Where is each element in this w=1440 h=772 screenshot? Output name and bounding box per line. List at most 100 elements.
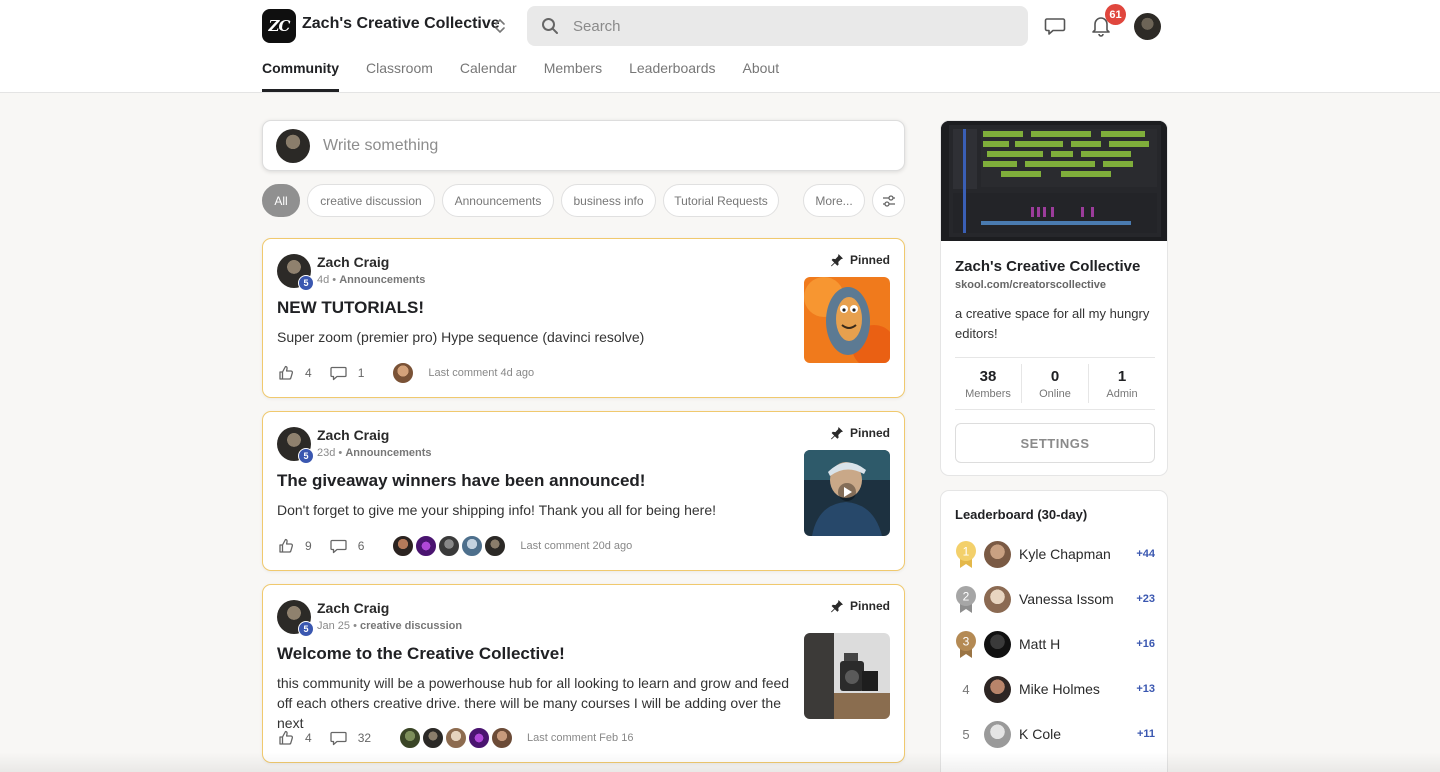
like-icon[interactable]: [277, 537, 295, 555]
leaderboard-avatar[interactable]: [984, 720, 1011, 748]
play-icon[interactable]: [838, 483, 856, 501]
post-thumbnail[interactable]: [804, 277, 890, 363]
post-category[interactable]: Announcements: [339, 274, 425, 286]
leaderboard-row[interactable]: 4 Mike Holmes +13: [955, 674, 1155, 704]
post-author[interactable]: Zach Craig: [317, 600, 389, 616]
leaderboard-row[interactable]: 2 Vanessa Issom +23: [955, 584, 1155, 614]
leaderboard-avatar[interactable]: [984, 630, 1011, 658]
post-thumbnail[interactable]: [804, 633, 890, 719]
pinned-label: Pinned: [849, 253, 890, 267]
filter-all[interactable]: All: [262, 184, 300, 217]
commenter-avatar: [422, 727, 445, 749]
like-count: 4: [305, 366, 312, 380]
post-composer[interactable]: Write something: [262, 120, 905, 171]
group-url[interactable]: skool.com/creatorscollective: [955, 279, 1106, 291]
comment-icon[interactable]: [330, 537, 348, 555]
rank-number: 4: [962, 681, 970, 697]
community-logo[interactable]: ZC: [262, 9, 296, 43]
leaderboard-name[interactable]: Mike Holmes: [1019, 681, 1136, 697]
post-card[interactable]: 5 Zach Craig 23d • Announcements Pinned …: [262, 411, 905, 571]
comment-count: 6: [357, 539, 365, 553]
post-title[interactable]: NEW TUTORIALS!: [277, 298, 424, 318]
like-icon[interactable]: [277, 364, 295, 382]
leaderboard-row[interactable]: 1 Kyle Chapman +44: [955, 539, 1155, 569]
post-author[interactable]: Zach Craig: [317, 427, 389, 443]
leaderboard-title[interactable]: Leaderboard (30-day): [955, 507, 1087, 522]
silver-medal-icon: 2: [955, 584, 977, 614]
rank-number: 5: [962, 726, 970, 742]
leaderboard-row[interactable]: 5 K Cole +11: [955, 719, 1155, 749]
level-badge: 5: [298, 621, 314, 637]
commenter-avatar: [438, 535, 461, 557]
search-input[interactable]: [573, 17, 973, 35]
leaderboard-avatar[interactable]: [984, 675, 1011, 703]
filter-creative-discussion[interactable]: creative discussion: [307, 184, 435, 217]
post-category[interactable]: Announcements: [345, 447, 431, 459]
post-card[interactable]: 5 Zach Craig Jan 25 • creative discussio…: [262, 584, 905, 763]
post-card[interactable]: 5 Zach Craig 4d • Announcements Pinned N…: [262, 238, 905, 398]
post-time: 23d: [317, 447, 336, 459]
settings-button[interactable]: SETTINGS: [955, 423, 1155, 463]
leaderboard-avatar[interactable]: [984, 585, 1011, 613]
chat-icon[interactable]: [1043, 14, 1067, 38]
tab-leaderboards[interactable]: Leaderboards: [629, 60, 715, 92]
top-header: ZC Zach's Creative Collective 61 Communi…: [0, 0, 1440, 93]
stat-online[interactable]: 0 Online: [1022, 364, 1089, 403]
post-category[interactable]: creative discussion: [360, 620, 462, 632]
group-name: Zach's Creative Collective: [955, 258, 1141, 275]
comment-icon[interactable]: [330, 364, 348, 382]
tab-community[interactable]: Community: [262, 60, 339, 92]
post-time: Jan 25: [317, 620, 351, 632]
commenter-avatars: [392, 535, 507, 557]
tab-calendar[interactable]: Calendar: [460, 60, 517, 92]
commenter-avatars: [399, 727, 514, 749]
leaderboard-points: +13: [1136, 683, 1155, 695]
leaderboard-points: +44: [1136, 548, 1155, 560]
tab-about[interactable]: About: [743, 60, 780, 92]
search-bar[interactable]: [527, 6, 1028, 46]
commenter-avatar: [415, 535, 438, 557]
comment-icon[interactable]: [330, 729, 348, 747]
filter-tutorial-requests[interactable]: Tutorial Requests: [663, 184, 779, 217]
post-actions: 9 6 Last comment 20d ago: [277, 534, 632, 558]
post-title[interactable]: The giveaway winners have been announced…: [277, 471, 645, 491]
leaderboard-name[interactable]: Kyle Chapman: [1019, 546, 1136, 562]
last-comment: Last comment 20d ago: [520, 540, 633, 552]
leaderboard-row[interactable]: 3 Matt H +16: [955, 629, 1155, 659]
filter-business-info[interactable]: business info: [561, 184, 656, 217]
tab-classroom[interactable]: Classroom: [366, 60, 433, 92]
level-badge: 5: [298, 448, 314, 464]
like-count: 9: [305, 539, 312, 553]
post-author[interactable]: Zach Craig: [317, 254, 389, 270]
commenter-avatar: [392, 535, 415, 557]
leaderboard-name[interactable]: Matt H: [1019, 636, 1136, 652]
post-meta: Jan 25 • creative discussion: [317, 620, 463, 632]
commenter-avatar: [392, 362, 415, 384]
leaderboard-avatar[interactable]: [984, 540, 1011, 568]
community-name[interactable]: Zach's Creative Collective: [302, 15, 500, 33]
post-body: Don't forget to give me your shipping in…: [277, 502, 717, 518]
tab-members[interactable]: Members: [544, 60, 602, 92]
rank-number: 1: [963, 545, 970, 559]
post-title[interactable]: Welcome to the Creative Collective!: [277, 644, 565, 664]
last-comment: Last comment Feb 16: [527, 732, 634, 744]
filter-announcements[interactable]: Announcements: [442, 184, 554, 217]
group-info-card: Zach's Creative Collective skool.com/cre…: [940, 120, 1168, 476]
like-icon[interactable]: [277, 729, 295, 747]
leaderboard-name[interactable]: Vanessa Issom: [1019, 591, 1136, 607]
community-switcher-icon[interactable]: [490, 13, 510, 39]
leaderboard-name[interactable]: K Cole: [1019, 726, 1137, 742]
search-icon: [540, 16, 560, 36]
stat-admin[interactable]: 1 Admin: [1089, 364, 1155, 403]
filter-settings-icon[interactable]: [872, 184, 905, 217]
user-avatar[interactable]: [1134, 13, 1161, 40]
stat-label: Admin: [1106, 387, 1138, 400]
leaderboard-points: +11: [1136, 728, 1155, 740]
stat-members[interactable]: 38 Members: [955, 364, 1022, 403]
pin-icon: [830, 254, 843, 267]
comment-count: 1: [357, 366, 365, 380]
commenter-avatar: [399, 727, 422, 749]
last-comment: Last comment 4d ago: [428, 367, 535, 379]
post-video-thumbnail[interactable]: [804, 450, 890, 536]
filter-more[interactable]: More...: [803, 184, 865, 217]
